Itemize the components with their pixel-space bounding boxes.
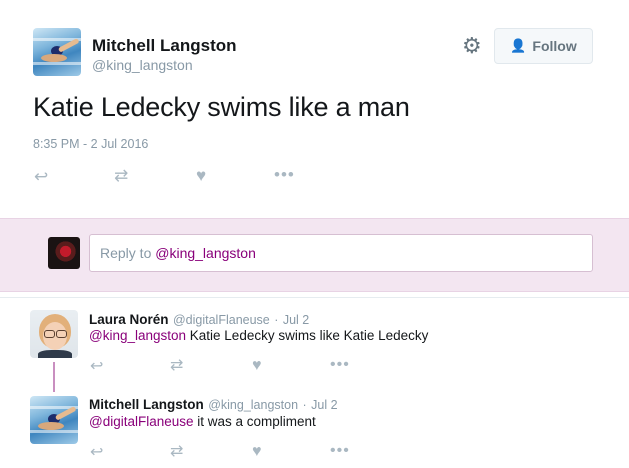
tweet-text: Katie Ledecky swims like a man — [33, 92, 410, 122]
reply-mention-link[interactable]: @king_langston — [89, 328, 186, 343]
reply-avatar[interactable] — [30, 396, 78, 444]
reply-icon[interactable]: ↩ — [34, 168, 48, 185]
retweet-icon[interactable]: ⇄ — [114, 167, 128, 184]
reply-author-handle[interactable]: @king_langston — [208, 398, 298, 412]
more-icon[interactable]: ••• — [274, 166, 295, 183]
retweet-icon[interactable]: ⇄ — [170, 443, 183, 460]
heart-icon[interactable]: ♥ — [196, 167, 206, 184]
follow-button[interactable]: 👤 Follow — [494, 28, 593, 64]
reply-mention-link[interactable]: @digitalFlaneuse — [89, 414, 194, 429]
reply-mention: @king_langston — [155, 245, 256, 261]
current-user-avatar — [48, 237, 80, 269]
reply-date[interactable]: Jul 2 — [311, 398, 337, 412]
reply-icon[interactable]: ↩ — [90, 444, 103, 461]
table-row: Laura Norén @digitalFlaneuse · Jul 2 — [89, 311, 309, 329]
reply-author-name[interactable]: Laura Norén — [89, 312, 169, 327]
follow-label: Follow — [532, 38, 577, 54]
reply-body: it was a compliment — [193, 414, 316, 429]
thread-line — [53, 362, 55, 392]
author-avatar[interactable] — [33, 28, 81, 76]
retweet-icon[interactable]: ⇄ — [170, 357, 183, 374]
reply-prefix: Reply to — [100, 245, 152, 261]
heart-icon[interactable]: ♥ — [252, 443, 262, 460]
reply-input[interactable]: Reply to @king_langston — [89, 234, 593, 272]
reply-text: @king_langston Katie Ledecky swims like … — [89, 328, 428, 343]
reply-author-handle[interactable]: @digitalFlaneuse — [173, 313, 270, 327]
more-icon[interactable]: ••• — [330, 442, 350, 459]
separator: · — [274, 313, 279, 327]
separator: · — [302, 398, 307, 412]
divider — [0, 297, 629, 298]
table-row: Mitchell Langston @king_langston · Jul 2 — [89, 396, 338, 414]
reply-text: @digitalFlaneuse it was a compliment — [89, 414, 316, 429]
reply-body: Katie Ledecky swims like Katie Ledecky — [186, 328, 429, 343]
reply-author-name[interactable]: Mitchell Langston — [89, 397, 204, 412]
author-name[interactable]: Mitchell Langston — [92, 36, 237, 56]
gear-icon[interactable]: ⚙ — [462, 35, 482, 57]
reply-avatar[interactable] — [30, 310, 78, 358]
more-icon[interactable]: ••• — [330, 356, 350, 373]
tweet-timestamp[interactable]: 8:35 PM - 2 Jul 2016 — [33, 137, 148, 151]
add-user-icon: 👤 — [510, 38, 527, 53]
reply-icon[interactable]: ↩ — [90, 358, 103, 375]
reply-date[interactable]: Jul 2 — [283, 313, 309, 327]
heart-icon[interactable]: ♥ — [252, 357, 262, 374]
author-handle[interactable]: @king_langston — [92, 57, 193, 73]
